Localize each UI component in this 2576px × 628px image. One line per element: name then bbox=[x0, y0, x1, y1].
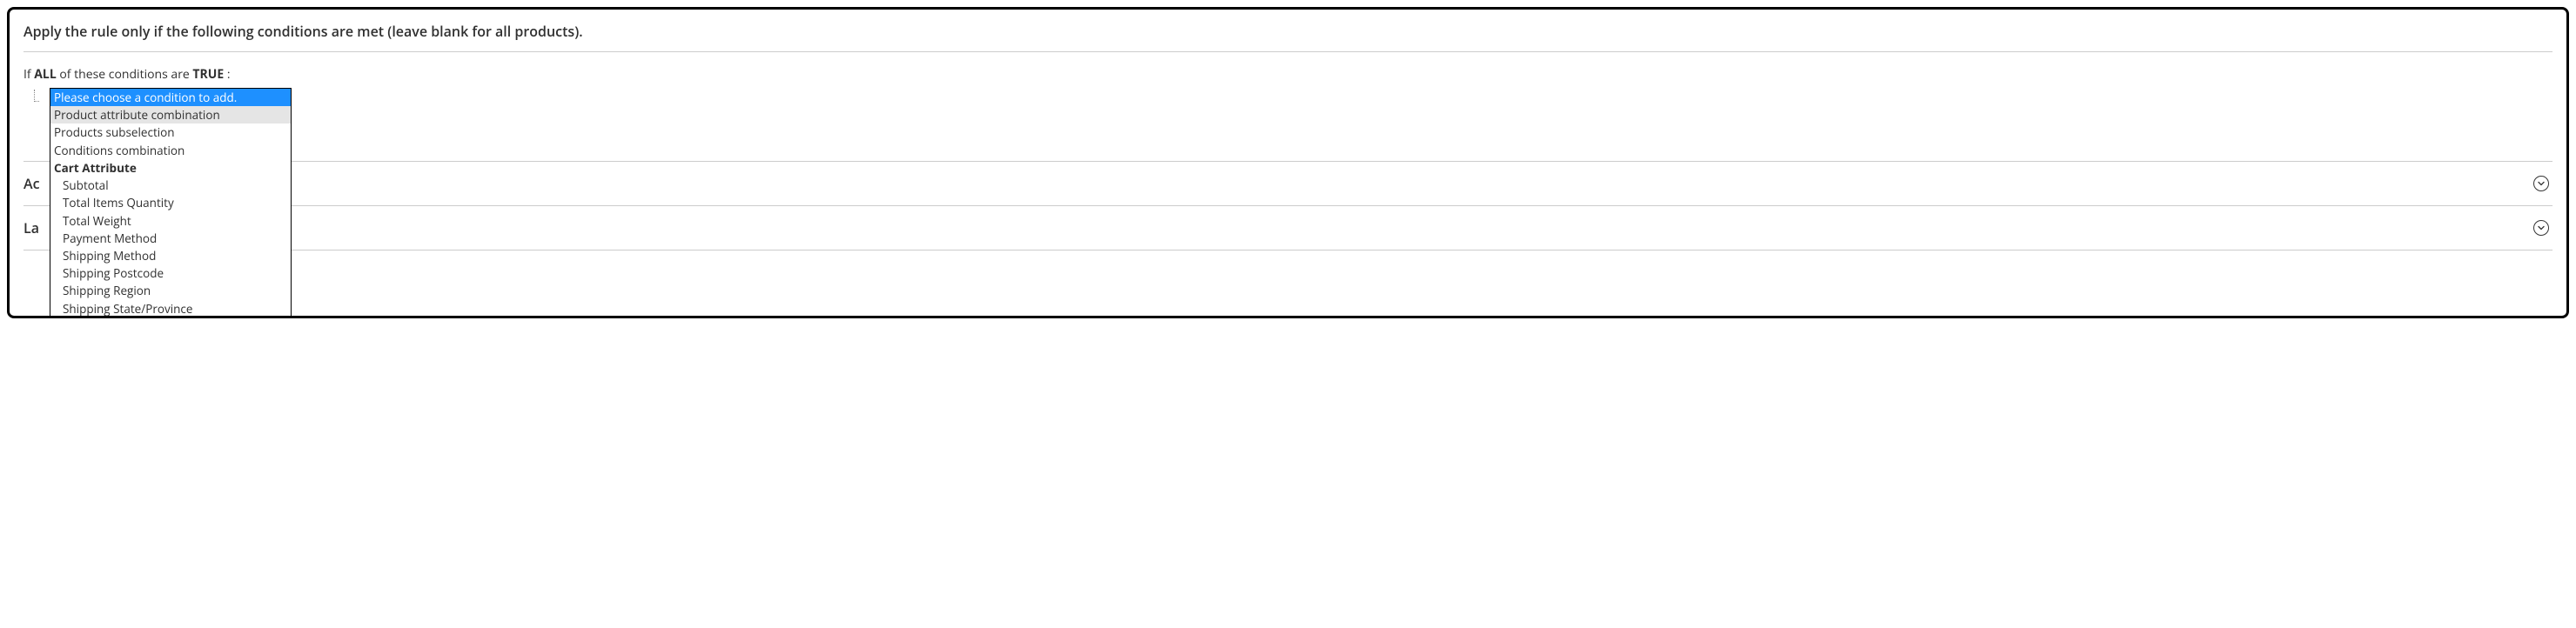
dropdown-option-payment-method[interactable]: Payment Method bbox=[50, 230, 291, 247]
dropdown-placeholder-option[interactable]: Please choose a condition to add. bbox=[50, 89, 291, 106]
accordion-label-actions: Ac bbox=[23, 174, 40, 193]
chevron-down-icon bbox=[2533, 176, 2549, 191]
accordion-row-labels[interactable]: La bbox=[23, 206, 2553, 251]
dropdown-option-products-subselection[interactable]: Products subselection bbox=[50, 124, 291, 141]
condition-mid: of these conditions are bbox=[57, 66, 193, 83]
chevron-down-icon bbox=[2533, 220, 2549, 236]
dropdown-option-subtotal[interactable]: Subtotal bbox=[50, 177, 291, 194]
dropdown-option-shipping-country[interactable]: Shipping Country bbox=[50, 317, 291, 318]
dropdown-optgroup-cart-attribute: Cart Attribute bbox=[50, 159, 291, 177]
accordion-row-actions[interactable]: Ac bbox=[23, 161, 2553, 206]
dropdown-option-shipping-postcode[interactable]: Shipping Postcode bbox=[50, 264, 291, 282]
dropdown-option-shipping-method[interactable]: Shipping Method bbox=[50, 247, 291, 264]
spacer bbox=[23, 88, 2553, 161]
condition-prefix: If bbox=[23, 66, 34, 83]
dropdown-option-total-weight[interactable]: Total Weight bbox=[50, 212, 291, 230]
dropdown-option-conditions-combination[interactable]: Conditions combination bbox=[50, 142, 291, 159]
condition-aggregator[interactable]: ALL bbox=[34, 66, 56, 83]
dropdown-option-shipping-state-province[interactable]: Shipping State/Province bbox=[50, 300, 291, 317]
accordion-label-labels: La bbox=[23, 218, 39, 237]
section-title: Apply the rule only if the following con… bbox=[23, 18, 2553, 52]
condition-value[interactable]: TRUE bbox=[192, 66, 224, 83]
dropdown-option-total-items-quantity[interactable]: Total Items Quantity bbox=[50, 194, 291, 211]
conditions-panel: Apply the rule only if the following con… bbox=[7, 7, 2569, 318]
dropdown-option-shipping-region[interactable]: Shipping Region bbox=[50, 282, 291, 299]
condition-select-dropdown[interactable]: Please choose a condition to add. Produc… bbox=[50, 88, 292, 318]
dropdown-option-product-attr-combination[interactable]: Product attribute combination bbox=[50, 106, 291, 124]
tree-connector-icon bbox=[34, 90, 39, 102]
condition-suffix: : bbox=[224, 66, 230, 83]
condition-root-sentence: If ALL of these conditions are TRUE : bbox=[23, 66, 2553, 83]
